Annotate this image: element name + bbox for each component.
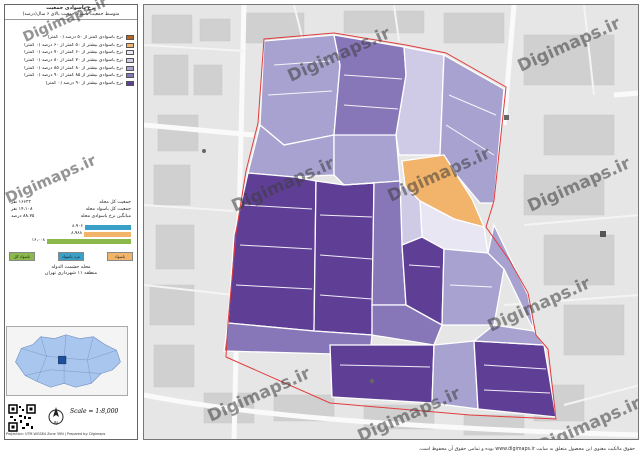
svg-text:N: N (54, 421, 58, 427)
statistic-value: ۸۸.۷۵ درصد (11, 214, 35, 220)
legend-swatch (126, 50, 134, 56)
legend-swatch (126, 35, 134, 41)
population-bar-chart: ۱۶،۰۰۸ ۸،۹۸۸ ۸،۹۰۶ (11, 223, 131, 249)
district-name: منطقه ۱۱ شهرداری تهران (44, 271, 98, 277)
legend-class-item: نرخ باسوادی بیشتر از ۶۰ کمتر از ۷۰ درصد … (5, 49, 137, 57)
legend-class-label: نرخ باسوادی بیشتر از ۶۰ کمتر از ۷۰ درصد … (24, 50, 123, 56)
map-canvas (144, 5, 638, 439)
population-bar (84, 225, 131, 231)
statistic-label: جمعیت کل محله (99, 200, 131, 206)
tehran-inset-map (6, 326, 128, 396)
legend-class-label: نرخ باسوادی بیشتر از ۸۵ کمتر از ۹۰ درصد … (24, 73, 123, 79)
population-bar (47, 239, 131, 245)
population-bar-label: ۸،۹۰۶ (71, 224, 83, 230)
legend-class-label: نرخ باسوادی بیشتر از ۵۰ کمتر از ۶۰ درصد … (24, 42, 123, 48)
population-bar-label: ۱۶،۰۰۸ (31, 238, 45, 244)
statistic-value: ۱۴،۱۰۸ نفر (11, 207, 33, 213)
legend-class-label: نرخ باسوادی کمتر از ۵۰ درصد (۰ کمتر) (47, 35, 123, 41)
legend-swatch (126, 58, 134, 64)
legend-class-label: نرخ باسوادی بیشتر از ۷۰ کمتر از ۸۰ درصد … (24, 58, 123, 64)
legend-swatch (126, 65, 134, 71)
legend-class-item: نرخ باسوادی بیشتر از ۵۰ کمتر از ۶۰ درصد … (5, 42, 137, 50)
legend-class-item: نرخ باسوادی بیشتر از ۸۵ کمتر از ۹۰ درصد … (5, 72, 137, 80)
legend-class-item: نرخ باسوادی بیشتر از ۸۰ کمتر از ۸۵ درصد … (5, 64, 137, 72)
statistic-row: میانگین نرخ باسوادی محله ۸۸.۷۵ درصد (5, 213, 137, 220)
main-map[interactable]: Digimaps.ir Digimaps.ir Digimaps.ir Digi… (143, 4, 639, 440)
statistics-block: جمعیت کل محله ۱۶۶۲۲ نفر جمعیت کل باسواد مح… (5, 199, 137, 220)
map-sheet: نرخ باسوادی جمعیت متوسط جمعیت باسواد جمع… (0, 0, 643, 461)
population-bar-label: ۸،۹۸۸ (71, 231, 82, 237)
legend-swatch (126, 73, 134, 79)
population-bar (83, 232, 131, 238)
copyright-footer: حقوق مالکیت معنوی این محصول متعلق به سای… (418, 447, 635, 452)
legend-swatch (126, 80, 134, 86)
statistic-row: جمعیت کل باسواد محله ۱۴،۱۰۸ نفر (5, 206, 137, 213)
map-credit: Projection: UTM WGS84 Zone 39N | Prepare… (6, 432, 106, 436)
bar-legend-item: مرد باسواد (58, 252, 84, 262)
legend-class-item: نرخ باسوادی بیشتر از ۷۰ کمتر از ۸۰ درصد … (5, 57, 137, 65)
legend-class-label: نرخ باسوادی بیشتر از ۹۰ درصد (۰ کمتر) (45, 80, 123, 86)
bar-chart-legend: باسواد مرد باسواد باسواد کل (5, 252, 137, 262)
statistic-label: جمعیت کل باسواد محله (85, 207, 131, 213)
bar-legend-item: باسواد (107, 252, 133, 262)
legend-class-label: نرخ باسوادی بیشتر از ۸۰ کمتر از ۸۵ درصد … (24, 65, 123, 71)
legend-swatch (126, 42, 134, 48)
qr-code-icon (8, 404, 36, 432)
map-scale: Scale = 1:8,000 (70, 408, 119, 415)
bar-legend-item: باسواد کل (9, 252, 35, 262)
legend-class-item: نرخ باسوادی بیشتر از ۹۰ درصد (۰ کمتر) (5, 80, 137, 88)
statistic-label: میانگین نرخ باسوادی محله (80, 214, 131, 220)
north-arrow-icon: N (48, 407, 64, 427)
